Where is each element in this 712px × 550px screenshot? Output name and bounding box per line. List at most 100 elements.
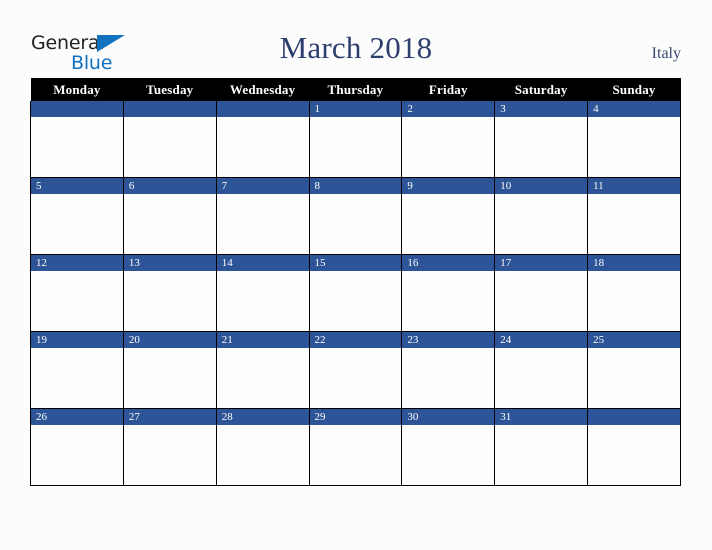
calendar-day-cell-29[interactable]: 29 xyxy=(308,408,403,486)
country-label: Italy xyxy=(651,45,681,62)
day-cell-notes-area[interactable] xyxy=(309,425,402,485)
day-cell-notes-area[interactable] xyxy=(588,348,680,408)
day-cell-notes-area[interactable] xyxy=(588,194,680,254)
calendar-day-cell-10[interactable]: 10 xyxy=(494,177,589,255)
weekday-header-monday: Monday xyxy=(30,78,124,101)
day-cell-notes-area[interactable] xyxy=(495,271,588,331)
day-cell-notes-area[interactable] xyxy=(402,117,495,177)
calendar-day-cell-26[interactable]: 26 xyxy=(30,408,124,486)
day-cell-notes-area[interactable] xyxy=(402,425,495,485)
day-number: 26 xyxy=(31,409,123,425)
day-cell-notes-area[interactable] xyxy=(123,117,216,177)
day-cell-notes-area[interactable] xyxy=(31,117,123,177)
calendar-week-row: 1234 xyxy=(30,101,681,178)
calendar-day-cell-30[interactable]: 30 xyxy=(401,408,496,486)
day-cell-notes-area[interactable] xyxy=(309,348,402,408)
calendar-day-cell-2[interactable]: 2 xyxy=(401,101,496,178)
day-number: 12 xyxy=(31,255,123,271)
calendar-day-cell-4[interactable]: 4 xyxy=(587,101,681,178)
day-cell-notes-area[interactable] xyxy=(402,348,495,408)
day-number: 23 xyxy=(402,332,495,348)
day-cell-notes-area[interactable] xyxy=(216,194,309,254)
day-cell-notes-area[interactable] xyxy=(588,271,680,331)
day-cell-notes-area[interactable] xyxy=(309,194,402,254)
day-number: 5 xyxy=(31,178,123,194)
calendar-day-cell-empty[interactable] xyxy=(122,101,217,178)
day-cell-notes-area[interactable] xyxy=(495,348,588,408)
calendar-day-cell-31[interactable]: 31 xyxy=(494,408,589,486)
day-number: 1 xyxy=(309,101,402,117)
day-number xyxy=(31,101,123,117)
day-cell-notes-area[interactable] xyxy=(495,425,588,485)
calendar-week-row: 26 27 28 29 30 31 xyxy=(30,408,681,486)
day-number: 11 xyxy=(588,178,680,194)
calendar-day-cell-empty[interactable] xyxy=(30,101,124,178)
day-cell-notes-area[interactable] xyxy=(123,348,216,408)
day-number: 27 xyxy=(123,409,216,425)
calendar-week-row: 12 13 14 15 16 17 18 xyxy=(30,254,681,332)
calendar-day-cell-13[interactable]: 13 xyxy=(122,254,217,332)
day-cell-notes-area[interactable] xyxy=(309,117,402,177)
day-cell-notes-area[interactable] xyxy=(123,271,216,331)
day-cell-notes-area[interactable] xyxy=(402,194,495,254)
weekday-header-saturday: Saturday xyxy=(494,78,588,101)
day-cell-notes-area[interactable] xyxy=(31,348,123,408)
day-cell-notes-area[interactable] xyxy=(31,271,123,331)
calendar-day-cell-empty[interactable] xyxy=(215,101,310,178)
day-cell-notes-area[interactable] xyxy=(588,117,680,177)
calendar-day-cell-6[interactable]: 6 xyxy=(122,177,217,255)
calendar-day-cell-11[interactable]: 11 xyxy=(587,177,681,255)
calendar-day-cell-27[interactable]: 27 xyxy=(122,408,217,486)
weekday-header-wednesday: Wednesday xyxy=(216,78,310,101)
day-number xyxy=(588,409,680,425)
weekday-header-thursday: Thursday xyxy=(309,78,402,101)
calendar-day-cell-19[interactable]: 19 xyxy=(30,331,124,409)
calendar-day-cell-3[interactable]: 3 xyxy=(494,101,589,178)
calendar-day-cell-22[interactable]: 22 xyxy=(308,331,403,409)
day-number: 9 xyxy=(402,178,495,194)
day-cell-notes-area[interactable] xyxy=(123,425,216,485)
day-cell-notes-area[interactable] xyxy=(216,271,309,331)
calendar-grid: Monday Tuesday Wednesday Thursday Friday Satu… xyxy=(30,78,681,486)
calendar-day-cell-28[interactable]: 28 xyxy=(215,408,310,486)
day-number: 31 xyxy=(495,409,588,425)
calendar-day-cell-20[interactable]: 20 xyxy=(122,331,217,409)
calendar-day-cell-9[interactable]: 9 xyxy=(401,177,496,255)
day-number: 15 xyxy=(309,255,402,271)
calendar-day-cell-24[interactable]: 24 xyxy=(494,331,589,409)
calendar-day-cell-5[interactable]: 5 xyxy=(30,177,124,255)
calendar-day-cell-8[interactable]: 8 xyxy=(308,177,403,255)
day-cell-notes-area[interactable] xyxy=(309,271,402,331)
day-cell-notes-area[interactable] xyxy=(495,117,588,177)
day-cell-notes-area[interactable] xyxy=(495,194,588,254)
day-number: 19 xyxy=(31,332,123,348)
calendar-day-cell-25[interactable]: 25 xyxy=(587,331,681,409)
calendar-day-cell-7[interactable]: 7 xyxy=(215,177,310,255)
day-number: 20 xyxy=(123,332,216,348)
calendar-day-cell-1[interactable]: 1 xyxy=(308,101,403,178)
day-cell-notes-area[interactable] xyxy=(31,425,123,485)
calendar-week-row: 19 20 21 22 23 24 25 xyxy=(30,331,681,409)
day-number: 17 xyxy=(495,255,588,271)
day-cell-notes-area[interactable] xyxy=(31,194,123,254)
calendar-day-cell-16[interactable]: 16 xyxy=(401,254,496,332)
day-number: 28 xyxy=(216,409,309,425)
day-cell-notes-area[interactable] xyxy=(216,117,309,177)
day-cell-notes-area[interactable] xyxy=(123,194,216,254)
day-number xyxy=(123,101,216,117)
day-cell-notes-area[interactable] xyxy=(588,425,680,485)
day-cell-notes-area[interactable] xyxy=(216,348,309,408)
calendar-day-cell-23[interactable]: 23 xyxy=(401,331,496,409)
calendar-day-cell-14[interactable]: 14 xyxy=(215,254,310,332)
calendar-day-cell-empty[interactable] xyxy=(587,408,681,486)
day-cell-notes-area[interactable] xyxy=(402,271,495,331)
day-number: 16 xyxy=(402,255,495,271)
calendar-day-cell-15[interactable]: 15 xyxy=(308,254,403,332)
day-cell-notes-area[interactable] xyxy=(216,425,309,485)
day-number: 6 xyxy=(123,178,216,194)
calendar-day-cell-12[interactable]: 12 xyxy=(30,254,124,332)
calendar-day-cell-21[interactable]: 21 xyxy=(215,331,310,409)
day-number: 2 xyxy=(402,101,495,117)
calendar-day-cell-18[interactable]: 18 xyxy=(587,254,681,332)
calendar-day-cell-17[interactable]: 17 xyxy=(494,254,589,332)
